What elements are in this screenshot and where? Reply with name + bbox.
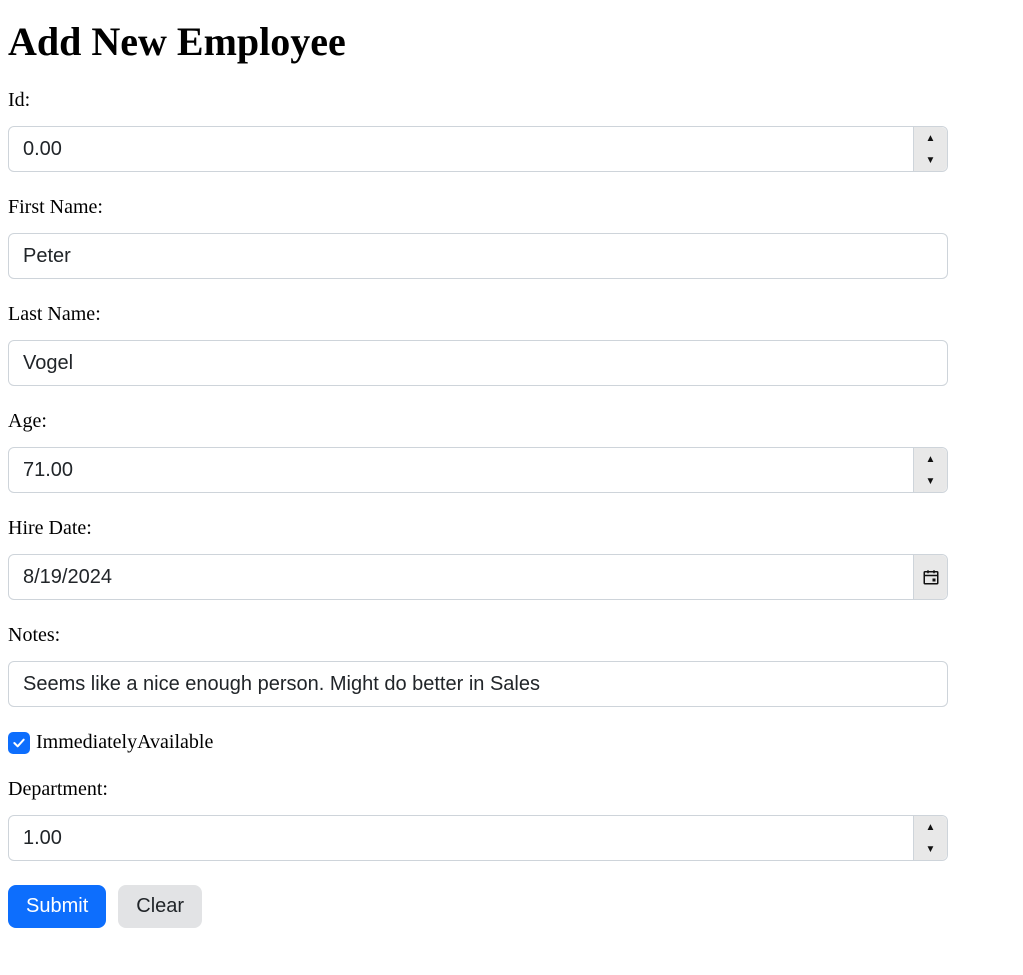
check-icon: [11, 735, 27, 751]
department-label: Department:: [8, 778, 948, 801]
field-id: Id: 0.00 ▲ ▼: [8, 89, 948, 172]
department-step-down-icon[interactable]: ▼: [914, 838, 947, 860]
department-input[interactable]: 1.00: [9, 827, 913, 850]
immediately-available-checkbox[interactable]: [8, 732, 30, 754]
field-immediately-available: ImmediatelyAvailable: [8, 731, 948, 754]
last-name-label: Last Name:: [8, 303, 948, 326]
field-department: Department: 1.00 ▲ ▼: [8, 778, 948, 861]
age-spinner: ▲ ▼: [913, 448, 947, 492]
age-input-wrap: 71.00 ▲ ▼: [8, 447, 948, 493]
id-input-wrap: 0.00 ▲ ▼: [8, 126, 948, 172]
age-step-down-icon[interactable]: ▼: [914, 470, 947, 492]
hire-date-input-wrap: 8/19/2024: [8, 554, 948, 600]
field-last-name: Last Name: Vogel: [8, 303, 948, 386]
field-age: Age: 71.00 ▲ ▼: [8, 410, 948, 493]
field-first-name: First Name: Peter: [8, 196, 948, 279]
department-step-up-icon[interactable]: ▲: [914, 816, 947, 838]
id-spinner: ▲ ▼: [913, 127, 947, 171]
submit-button[interactable]: Submit: [8, 885, 106, 928]
field-hire-date: Hire Date: 8/19/2024: [8, 517, 948, 600]
id-step-up-icon[interactable]: ▲: [914, 127, 947, 149]
hire-date-input[interactable]: 8/19/2024: [9, 566, 913, 589]
department-input-wrap: 1.00 ▲ ▼: [8, 815, 948, 861]
notes-input[interactable]: Seems like a nice enough person. Might d…: [9, 673, 947, 696]
page-title: Add New Employee: [8, 18, 948, 65]
calendar-button[interactable]: [913, 555, 947, 599]
immediately-available-label: ImmediatelyAvailable: [36, 731, 213, 754]
hire-date-label: Hire Date:: [8, 517, 948, 540]
first-name-label: First Name:: [8, 196, 948, 219]
age-label: Age:: [8, 410, 948, 433]
department-spinner: ▲ ▼: [913, 816, 947, 860]
clear-button[interactable]: Clear: [118, 885, 202, 928]
id-label: Id:: [8, 89, 948, 112]
field-notes: Notes: Seems like a nice enough person. …: [8, 624, 948, 707]
last-name-input-wrap: Vogel: [8, 340, 948, 386]
first-name-input-wrap: Peter: [8, 233, 948, 279]
first-name-input[interactable]: Peter: [9, 245, 947, 268]
last-name-input[interactable]: Vogel: [9, 352, 947, 375]
calendar-icon: [922, 568, 940, 586]
id-step-down-icon[interactable]: ▼: [914, 149, 947, 171]
form-buttons: Submit Clear: [8, 885, 948, 928]
age-input[interactable]: 71.00: [9, 459, 913, 482]
add-employee-form: Add New Employee Id: 0.00 ▲ ▼ First Name…: [8, 18, 948, 928]
age-step-up-icon[interactable]: ▲: [914, 448, 947, 470]
id-input[interactable]: 0.00: [9, 138, 913, 161]
notes-input-wrap: Seems like a nice enough person. Might d…: [8, 661, 948, 707]
notes-label: Notes:: [8, 624, 948, 647]
